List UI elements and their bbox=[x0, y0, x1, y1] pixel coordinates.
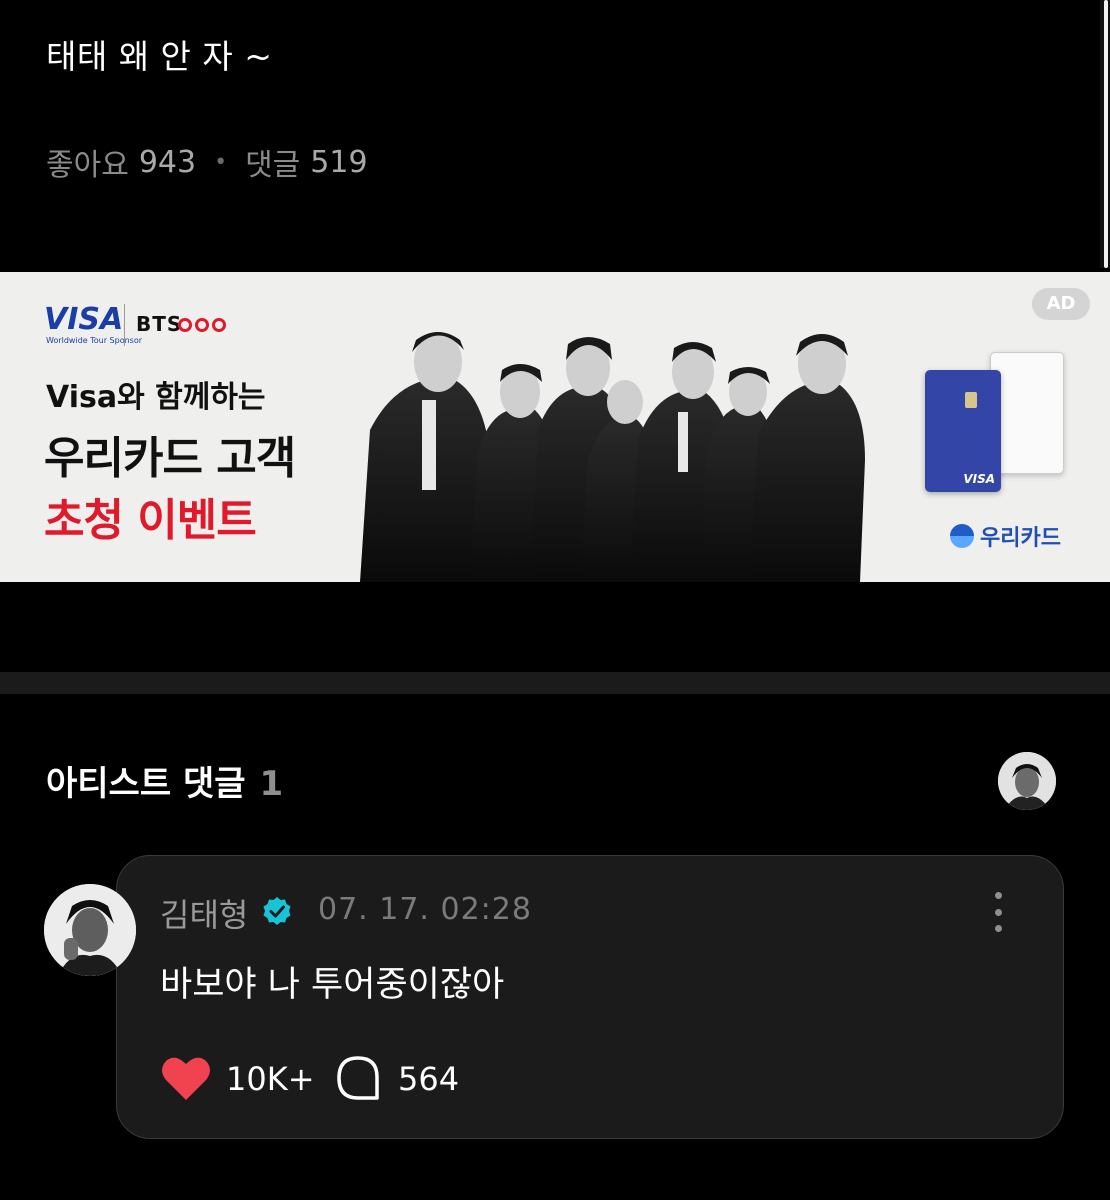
visa-sponsor-text: Worldwide Tour Sponsor bbox=[46, 336, 143, 345]
card-visa-logo: VISA bbox=[963, 472, 995, 486]
group-photo bbox=[360, 332, 865, 582]
woori-logo-text: 우리카드 bbox=[980, 526, 1061, 551]
separator-dot: • bbox=[214, 149, 228, 175]
scrollbar-thumb[interactable] bbox=[1104, 0, 1108, 268]
comment-text: 바보야 나 투어중이잖아 bbox=[160, 965, 505, 1005]
verified-badge-icon bbox=[263, 897, 291, 925]
comment-like-count: 10K+ bbox=[226, 1060, 315, 1098]
author-avatar-image bbox=[44, 884, 136, 976]
woori-card-logo: 우리카드 bbox=[950, 520, 1061, 552]
ad-badge: AD bbox=[1032, 288, 1090, 320]
comments-count: 519 bbox=[310, 144, 368, 180]
comment-reply-count: 564 bbox=[398, 1060, 460, 1098]
section-divider bbox=[0, 672, 1110, 694]
post-text: 태태 왜 안 자 ~ bbox=[46, 37, 273, 76]
more-options-icon[interactable] bbox=[988, 892, 1008, 932]
ad-line-3: 초청 이벤트 bbox=[44, 495, 257, 546]
post-stats: 좋아요 943 • 댓글 519 bbox=[46, 140, 368, 184]
visa-logo: VISA bbox=[44, 302, 124, 337]
ad-line-1: Visa와 함께하는 bbox=[46, 380, 266, 415]
likes-label: 좋아요 bbox=[46, 148, 129, 183]
card-chip bbox=[965, 392, 977, 408]
avatar-image bbox=[998, 752, 1056, 810]
comments-label: 댓글 bbox=[245, 148, 301, 183]
artist-comments-heading: 아티스트 댓글 1 bbox=[46, 756, 283, 805]
artist-comments-title: 아티스트 댓글 bbox=[46, 764, 246, 804]
bts-logo: BTS bbox=[136, 312, 183, 336]
artist-comments-count: 1 bbox=[259, 764, 284, 804]
artist-avatar[interactable] bbox=[998, 752, 1056, 810]
card-back-image bbox=[990, 352, 1064, 474]
likes-count: 943 bbox=[138, 144, 197, 180]
comment-author-name[interactable]: 김태형 bbox=[160, 890, 248, 936]
comment-timestamp: 07. 17. 02:28 bbox=[318, 892, 532, 927]
logo-divider bbox=[124, 304, 125, 346]
woori-logo-icon bbox=[950, 524, 974, 548]
ad-line-2: 우리카드 고객 bbox=[44, 433, 296, 484]
scrollbar[interactable] bbox=[1100, 0, 1110, 268]
bts-rings-icon bbox=[178, 318, 226, 332]
card-front-image: VISA bbox=[925, 370, 1001, 492]
reply-bubble-icon[interactable] bbox=[334, 1054, 382, 1102]
heart-icon[interactable] bbox=[160, 1054, 212, 1102]
ad-banner[interactable]: VISA Worldwide Tour Sponsor BTS Visa와 함께… bbox=[0, 272, 1110, 582]
comment-author-avatar[interactable] bbox=[44, 884, 136, 976]
